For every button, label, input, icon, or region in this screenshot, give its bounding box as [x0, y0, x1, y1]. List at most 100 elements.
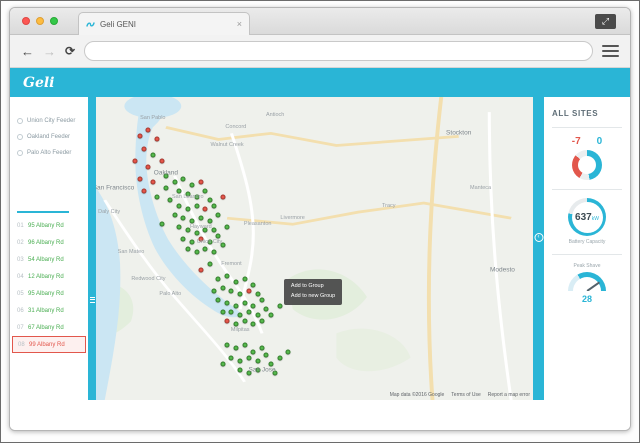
- site-marker[interactable]: [163, 185, 168, 190]
- site-marker[interactable]: [229, 310, 234, 315]
- site-marker[interactable]: [242, 276, 247, 281]
- reload-button[interactable]: ⟳: [65, 44, 75, 58]
- site-marker[interactable]: [233, 346, 238, 351]
- site-marker[interactable]: [277, 355, 282, 360]
- site-marker[interactable]: [229, 288, 234, 293]
- site-marker[interactable]: [216, 213, 221, 218]
- radio-icon[interactable]: [17, 134, 23, 140]
- radio-icon[interactable]: [17, 118, 23, 124]
- site-marker[interactable]: [207, 219, 212, 224]
- site-marker[interactable]: [251, 282, 256, 287]
- feeder-item[interactable]: Oakland Feeder: [10, 129, 88, 145]
- site-marker[interactable]: [177, 225, 182, 230]
- site-marker[interactable]: [225, 343, 230, 348]
- site-marker[interactable]: [150, 152, 155, 157]
- site-marker[interactable]: [255, 291, 260, 296]
- site-marker[interactable]: [194, 204, 199, 209]
- site-marker[interactable]: [146, 128, 151, 133]
- site-marker[interactable]: [260, 298, 265, 303]
- feeder-item[interactable]: Palo Alto Feeder: [10, 145, 88, 161]
- site-marker[interactable]: [177, 188, 182, 193]
- tab-close-icon[interactable]: ×: [237, 19, 242, 29]
- zoom-window-button[interactable]: [50, 17, 58, 25]
- sidebar-collapse-strip[interactable]: [88, 97, 96, 400]
- site-marker[interactable]: [137, 134, 142, 139]
- site-marker[interactable]: [194, 231, 199, 236]
- site-list-item[interactable]: 0412 Albany Rd: [10, 268, 88, 285]
- site-marker[interactable]: [211, 249, 216, 254]
- site-marker[interactable]: [242, 343, 247, 348]
- site-marker[interactable]: [242, 301, 247, 306]
- site-marker[interactable]: [251, 349, 256, 354]
- attribution-link[interactable]: Terms of Use: [451, 392, 480, 398]
- close-window-button[interactable]: [22, 17, 30, 25]
- site-marker[interactable]: [264, 307, 269, 312]
- site-marker[interactable]: [207, 198, 212, 203]
- site-marker[interactable]: [172, 179, 177, 184]
- site-list-item[interactable]: 0296 Albany Rd: [10, 234, 88, 251]
- site-list-item[interactable]: 0767 Albany Rd: [10, 319, 88, 336]
- site-marker[interactable]: [251, 304, 256, 309]
- site-marker[interactable]: [255, 358, 260, 363]
- site-marker[interactable]: [203, 246, 208, 251]
- panel-collapse-strip[interactable]: ‹: [533, 97, 544, 400]
- site-marker[interactable]: [246, 288, 251, 293]
- site-marker[interactable]: [155, 194, 160, 199]
- site-list-item[interactable]: 0631 Albany Rd: [10, 302, 88, 319]
- radio-icon[interactable]: [17, 150, 23, 156]
- site-marker[interactable]: [255, 313, 260, 318]
- site-marker[interactable]: [150, 179, 155, 184]
- site-marker[interactable]: [146, 164, 151, 169]
- back-button[interactable]: ←: [21, 44, 34, 59]
- site-marker[interactable]: [260, 319, 265, 324]
- site-marker[interactable]: [220, 310, 225, 315]
- site-marker[interactable]: [198, 179, 203, 184]
- site-marker[interactable]: [207, 261, 212, 266]
- site-list-item[interactable]: 0899 Albany Rd: [12, 336, 86, 353]
- site-marker[interactable]: [238, 367, 243, 372]
- site-marker[interactable]: [225, 273, 230, 278]
- site-marker[interactable]: [137, 176, 142, 181]
- site-marker[interactable]: [159, 158, 164, 163]
- site-marker[interactable]: [225, 301, 230, 306]
- context-menu-item[interactable]: Add to Group: [291, 282, 335, 292]
- address-bar[interactable]: [84, 41, 593, 61]
- site-marker[interactable]: [238, 291, 243, 296]
- site-marker[interactable]: [203, 188, 208, 193]
- map-view[interactable]: San PabloConcordAntiochWalnut CreekStock…: [96, 97, 533, 400]
- site-marker[interactable]: [225, 225, 230, 230]
- site-marker[interactable]: [142, 146, 147, 151]
- site-marker[interactable]: [229, 355, 234, 360]
- site-marker[interactable]: [181, 176, 186, 181]
- minimize-window-button[interactable]: [36, 17, 44, 25]
- site-marker[interactable]: [211, 204, 216, 209]
- site-marker[interactable]: [268, 313, 273, 318]
- attribution-link[interactable]: Report a map error: [488, 392, 530, 398]
- site-marker[interactable]: [185, 246, 190, 251]
- site-marker[interactable]: [242, 319, 247, 324]
- site-marker[interactable]: [246, 310, 251, 315]
- geli-logo[interactable]: Geli: [23, 75, 55, 91]
- site-marker[interactable]: [220, 361, 225, 366]
- browser-menu-icon[interactable]: [602, 45, 619, 58]
- site-marker[interactable]: [233, 279, 238, 284]
- site-marker[interactable]: [198, 216, 203, 221]
- site-marker[interactable]: [133, 158, 138, 163]
- site-marker[interactable]: [181, 237, 186, 242]
- site-marker[interactable]: [190, 219, 195, 224]
- site-marker[interactable]: [264, 352, 269, 357]
- site-marker[interactable]: [233, 322, 238, 327]
- site-marker[interactable]: [211, 288, 216, 293]
- site-marker[interactable]: [155, 137, 160, 142]
- collapse-panel-icon[interactable]: ‹: [534, 233, 543, 242]
- site-marker[interactable]: [277, 304, 282, 309]
- site-marker[interactable]: [198, 267, 203, 272]
- fullscreen-icon[interactable]: ⤢: [595, 14, 616, 29]
- site-list-item[interactable]: 0195 Albany Rd: [10, 217, 88, 234]
- drag-handle-icon[interactable]: [90, 297, 95, 303]
- site-marker[interactable]: [246, 355, 251, 360]
- site-list-item[interactable]: 0595 Albany Rd: [10, 285, 88, 302]
- context-menu-item[interactable]: Add to new Group: [291, 292, 335, 302]
- site-marker[interactable]: [211, 228, 216, 233]
- site-marker[interactable]: [190, 240, 195, 245]
